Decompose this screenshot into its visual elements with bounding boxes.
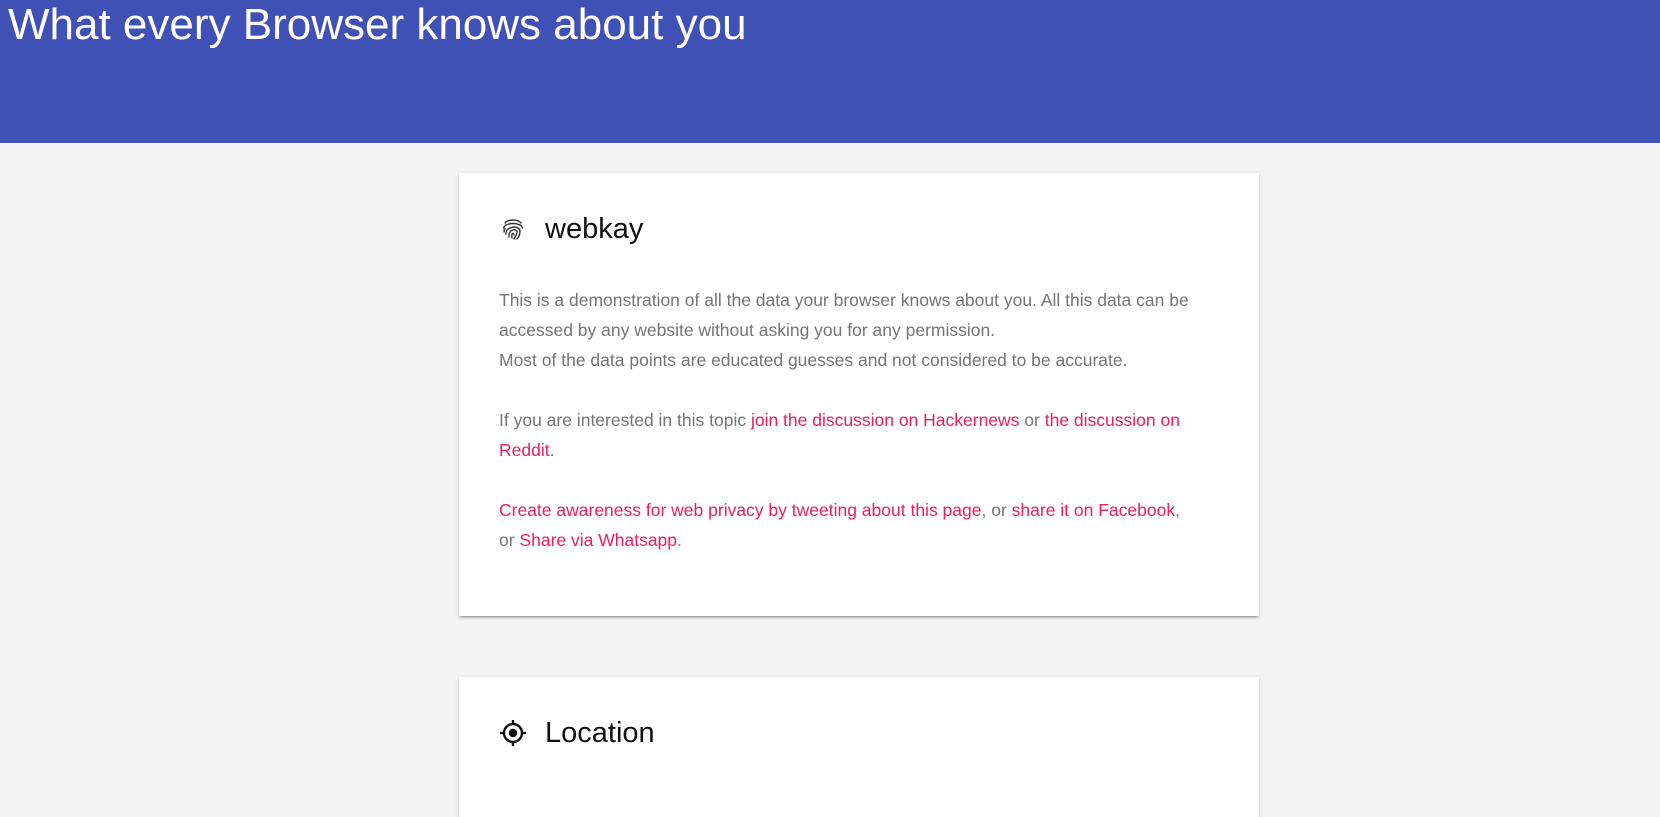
location-card: Location bbox=[459, 677, 1259, 817]
discussion-text-middle: or bbox=[1019, 410, 1045, 430]
facebook-share-link[interactable]: share it on Facebook bbox=[1012, 500, 1175, 520]
whatsapp-share-link[interactable]: Share via Whatsapp bbox=[519, 530, 677, 550]
tweet-link[interactable]: Create awareness for web privacy by twee… bbox=[499, 500, 982, 520]
intro-line-2: Most of the data points are educated gue… bbox=[499, 350, 1128, 370]
intro-card-header: webkay bbox=[499, 209, 643, 249]
intro-line-1: This is a demonstration of all the data … bbox=[499, 290, 1189, 340]
page-title: What every Browser knows about you bbox=[8, 0, 747, 49]
discussion-text-after: . bbox=[549, 440, 555, 460]
intro-card-title: webkay bbox=[545, 213, 644, 245]
hackernews-link[interactable]: join the discussion on Hackernews bbox=[751, 410, 1019, 430]
intro-card-body: This is a demonstration of all the data … bbox=[499, 285, 1199, 585]
location-card-header: Location bbox=[499, 713, 655, 753]
discussion-text-before: If you are interested in this topic bbox=[499, 410, 751, 430]
share-text-after: . bbox=[677, 530, 682, 550]
intro-paragraph: This is a demonstration of all the data … bbox=[499, 285, 1199, 375]
discussion-paragraph: If you are interested in this topic join… bbox=[499, 405, 1199, 465]
fingerprint-icon bbox=[499, 215, 527, 243]
location-card-title: Location bbox=[545, 717, 655, 749]
page-header: What every Browser knows about you bbox=[0, 0, 1660, 143]
intro-card: webkay This is a demonstration of all th… bbox=[459, 173, 1259, 616]
share-paragraph: Create awareness for web privacy by twee… bbox=[499, 495, 1199, 555]
share-separator-1: , or bbox=[981, 500, 1012, 520]
gps-crosshair-icon bbox=[499, 719, 527, 747]
